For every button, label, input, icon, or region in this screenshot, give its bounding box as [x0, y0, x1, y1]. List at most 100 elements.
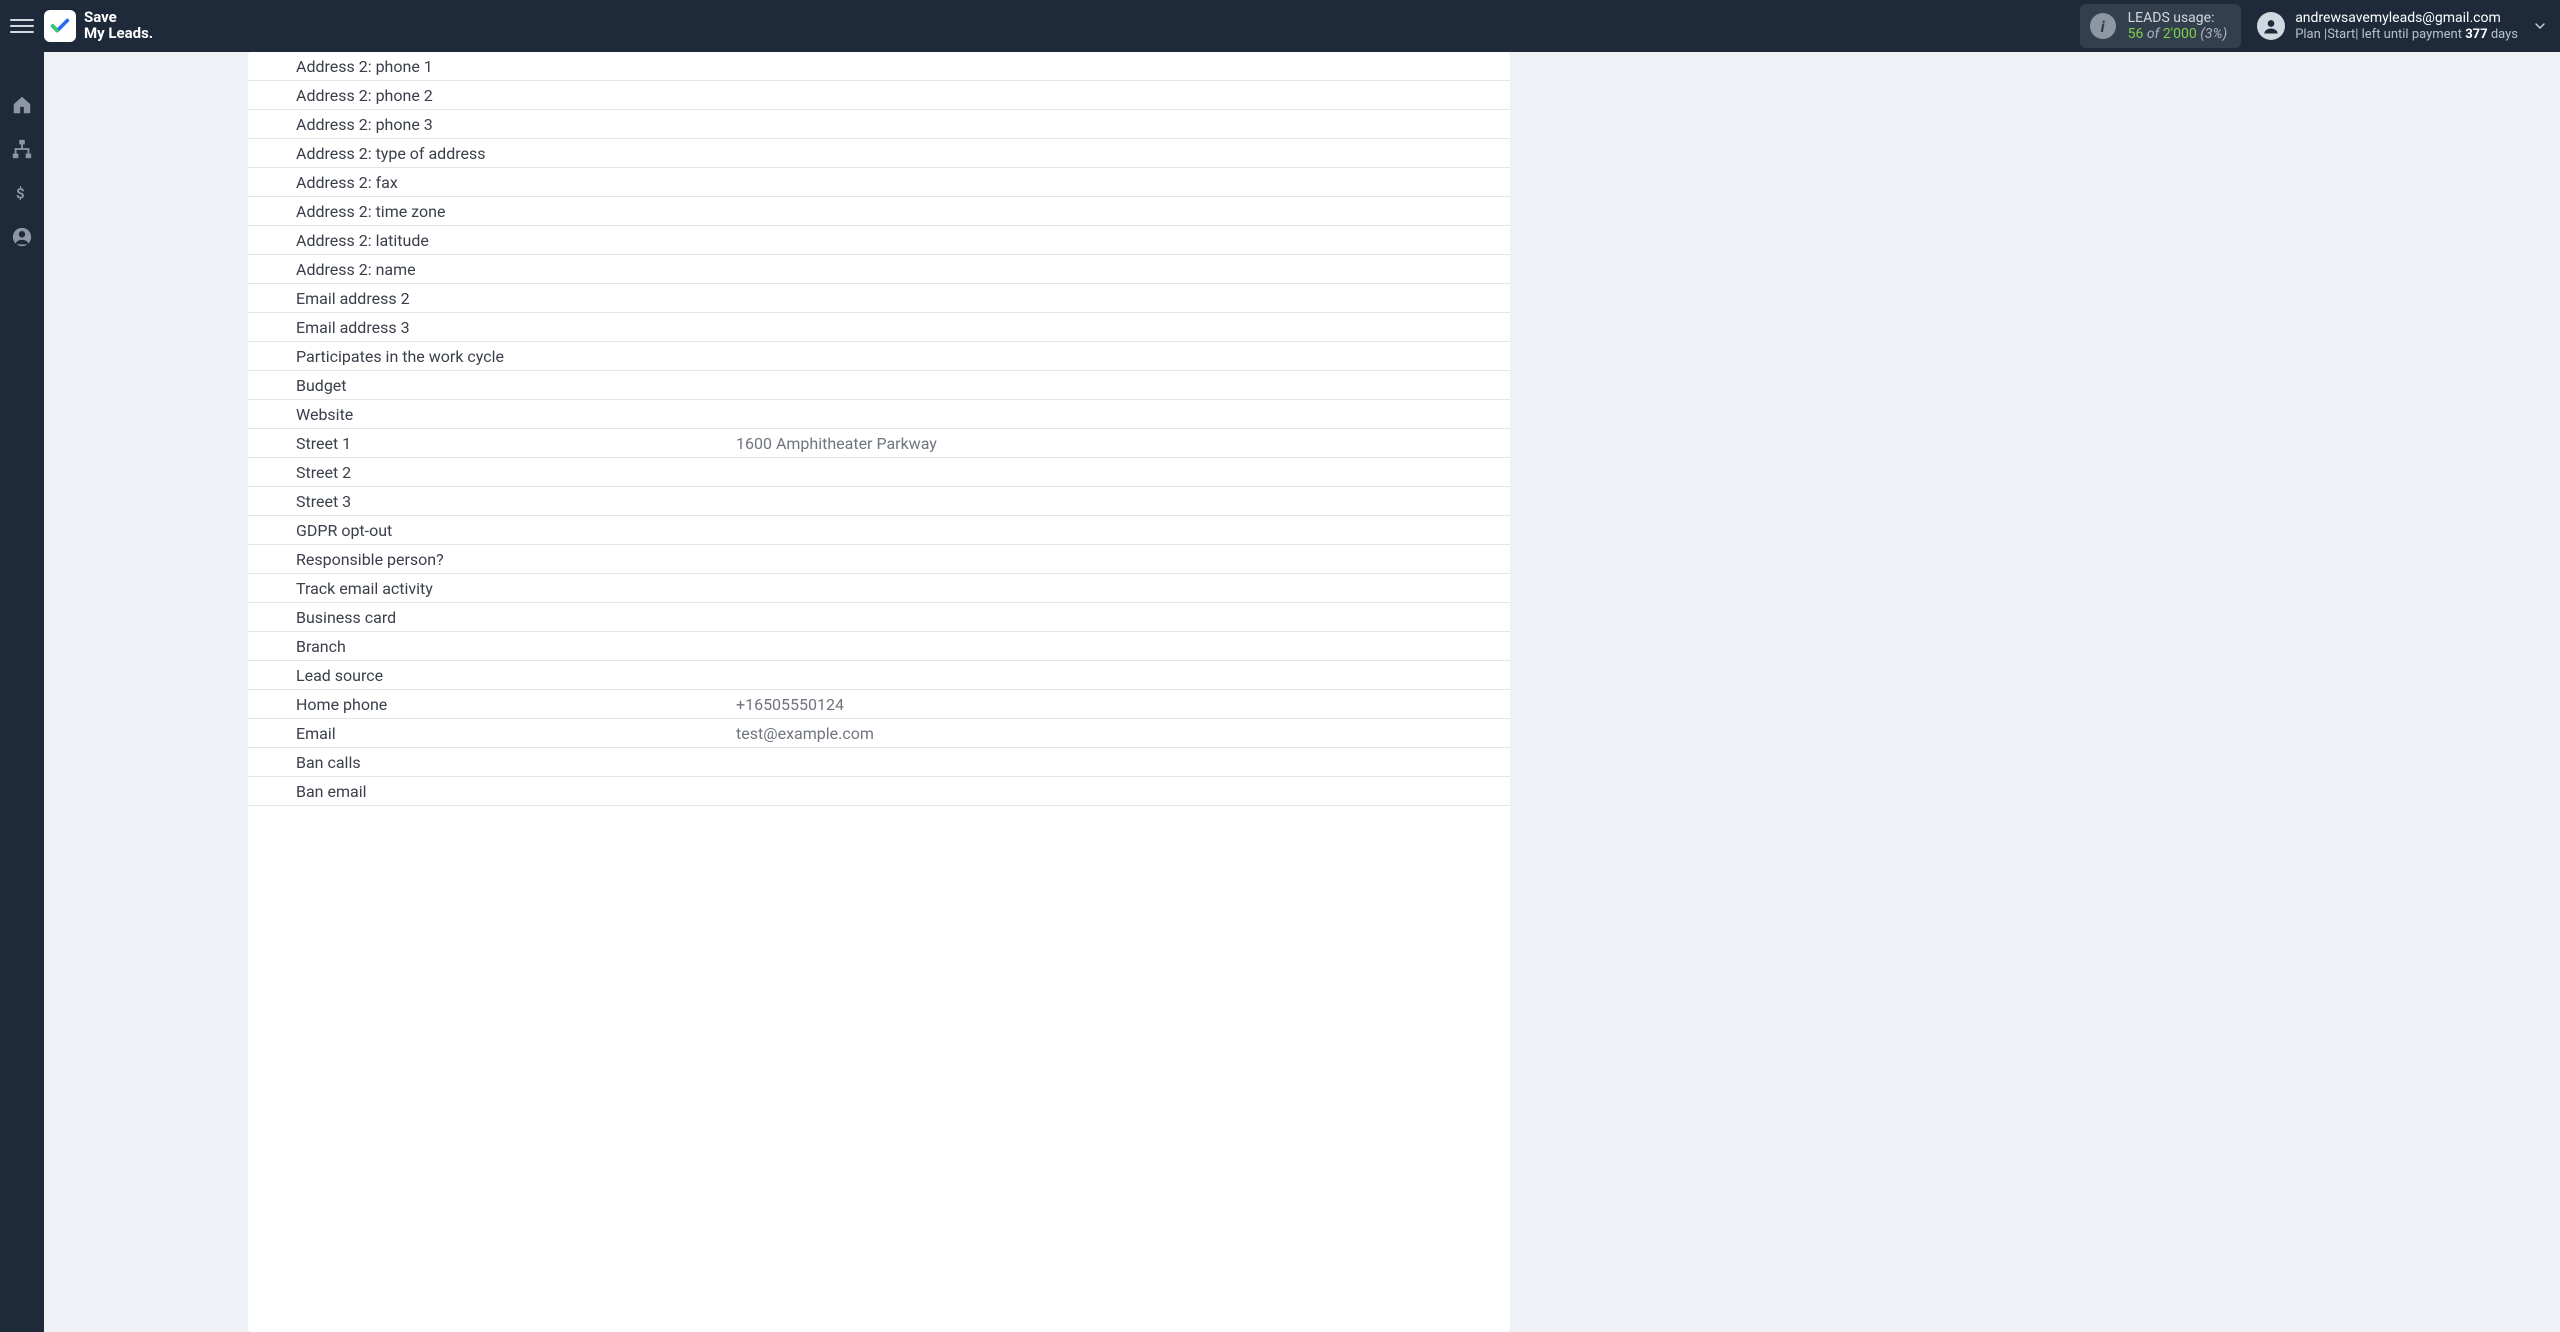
field-label: Ban calls [248, 752, 736, 773]
account-email: andrewsavemyleads@gmail.com [2295, 10, 2518, 27]
field-row[interactable]: Business card [248, 603, 1510, 632]
field-row[interactable]: Ban email [248, 777, 1510, 806]
nav-account-icon[interactable] [9, 224, 35, 250]
field-label: Ban email [248, 781, 736, 802]
info-icon: i [2090, 13, 2116, 39]
main-content: Address 2: phone 1 Address 2: phone 2 Addr… [44, 52, 2560, 1332]
field-row[interactable]: Branch [248, 632, 1510, 661]
nav-billing-icon[interactable]: $ [9, 180, 35, 206]
field-label: Address 2: phone 1 [248, 56, 736, 77]
field-label: Address 2: type of address [248, 143, 736, 164]
field-label: Participates in the work cycle [248, 346, 736, 367]
field-label: GDPR opt-out [248, 520, 736, 541]
field-label: Street 1 [248, 433, 736, 454]
field-row[interactable]: Ban calls [248, 748, 1510, 777]
field-row[interactable]: Address 2: fax [248, 168, 1510, 197]
account-plan: Plan |Start| left until payment 377 days [2295, 27, 2518, 43]
sidebar: $ [0, 52, 44, 1332]
app-name: Save My Leads. [84, 10, 153, 42]
field-row[interactable]: Website [248, 400, 1510, 429]
field-row[interactable]: Street 11600 Amphitheater Parkway [248, 429, 1510, 458]
field-label: Track email activity [248, 578, 736, 599]
app-logo[interactable]: Save My Leads. [44, 10, 153, 42]
field-row[interactable]: Address 2: time zone [248, 197, 1510, 226]
field-value [736, 790, 1510, 792]
field-value [736, 326, 1510, 328]
field-label: Address 2: name [248, 259, 736, 280]
leads-usage-widget[interactable]: i LEADS usage: 56 of 2'000 (3%) [2080, 4, 2242, 48]
field-label: Address 2: fax [248, 172, 736, 193]
field-row[interactable]: Budget [248, 371, 1510, 400]
field-label: Address 2: time zone [248, 201, 736, 222]
field-row[interactable]: Address 2: phone 1 [248, 52, 1510, 81]
field-value [736, 384, 1510, 386]
field-value [736, 152, 1510, 154]
field-row[interactable]: Track email activity [248, 574, 1510, 603]
field-value [736, 529, 1510, 531]
field-label: Address 2: phone 3 [248, 114, 736, 135]
field-row[interactable]: Email address 3 [248, 313, 1510, 342]
field-label: Address 2: latitude [248, 230, 736, 251]
hamburger-menu-icon[interactable] [8, 12, 36, 40]
field-label: Responsible person? [248, 549, 736, 570]
field-value [736, 558, 1510, 560]
field-row[interactable]: Responsible person? [248, 545, 1510, 574]
field-label: Address 2: phone 2 [248, 85, 736, 106]
field-value [736, 355, 1510, 357]
field-label: Street 2 [248, 462, 736, 483]
logo-mark-icon [44, 10, 76, 42]
field-row[interactable]: Street 3 [248, 487, 1510, 516]
field-label: Lead source [248, 665, 736, 686]
field-value [736, 471, 1510, 473]
field-row[interactable]: Address 2: type of address [248, 139, 1510, 168]
topbar: Save My Leads. i LEADS usage: 56 of 2'00… [0, 0, 2560, 52]
field-value: +16505550124 [736, 694, 1510, 715]
field-row[interactable]: Address 2: phone 3 [248, 110, 1510, 139]
field-value [736, 616, 1510, 618]
field-value: 1600 Amphitheater Parkway [736, 433, 1510, 454]
field-label: Street 3 [248, 491, 736, 512]
field-value [736, 94, 1510, 96]
field-value [736, 413, 1510, 415]
field-row[interactable]: GDPR opt-out [248, 516, 1510, 545]
field-row[interactable]: Email address 2 [248, 284, 1510, 313]
field-value [736, 645, 1510, 647]
field-label: Business card [248, 607, 736, 628]
field-value [736, 181, 1510, 183]
field-value [736, 674, 1510, 676]
field-label: Branch [248, 636, 736, 657]
field-label: Email address 2 [248, 288, 736, 309]
field-row[interactable]: Address 2: latitude [248, 226, 1510, 255]
field-label: Email [248, 723, 736, 744]
field-row[interactable]: Street 2 [248, 458, 1510, 487]
field-label: Budget [248, 375, 736, 396]
shell: $ Address 2: phone 1Address 2: phone 2Ad… [0, 52, 2560, 1332]
field-mapping-panel: Address 2: phone 1 Address 2: phone 2 Addr… [248, 52, 1510, 1332]
account-info: andrewsavemyleads@gmail.com Plan |Start|… [2295, 10, 2518, 42]
field-row[interactable]: Address 2: phone 2 [248, 81, 1510, 110]
field-label: Email address 3 [248, 317, 736, 338]
account-widget[interactable]: andrewsavemyleads@gmail.com Plan |Start|… [2257, 10, 2518, 42]
field-row[interactable]: Lead source [248, 661, 1510, 690]
nav-home-icon[interactable] [9, 92, 35, 118]
field-label: Home phone [248, 694, 736, 715]
field-value [736, 268, 1510, 270]
field-value [736, 123, 1510, 125]
field-value [736, 587, 1510, 589]
field-row[interactable]: Home phone+16505550124 [248, 690, 1510, 719]
avatar-icon [2257, 12, 2285, 40]
field-value [736, 65, 1510, 67]
field-row[interactable]: Emailtest@example.com [248, 719, 1510, 748]
field-value [736, 210, 1510, 212]
field-value [736, 239, 1510, 241]
field-value [736, 761, 1510, 763]
field-value [736, 500, 1510, 502]
field-row[interactable]: Address 2: name [248, 255, 1510, 284]
field-value [736, 297, 1510, 299]
chevron-down-icon[interactable] [2528, 14, 2552, 38]
nav-connections-icon[interactable] [9, 136, 35, 162]
leads-usage-text: LEADS usage: 56 of 2'000 (3%) [2128, 10, 2228, 42]
field-value: test@example.com [736, 723, 1510, 744]
field-row[interactable]: Participates in the work cycle [248, 342, 1510, 371]
field-label: Website [248, 404, 736, 425]
